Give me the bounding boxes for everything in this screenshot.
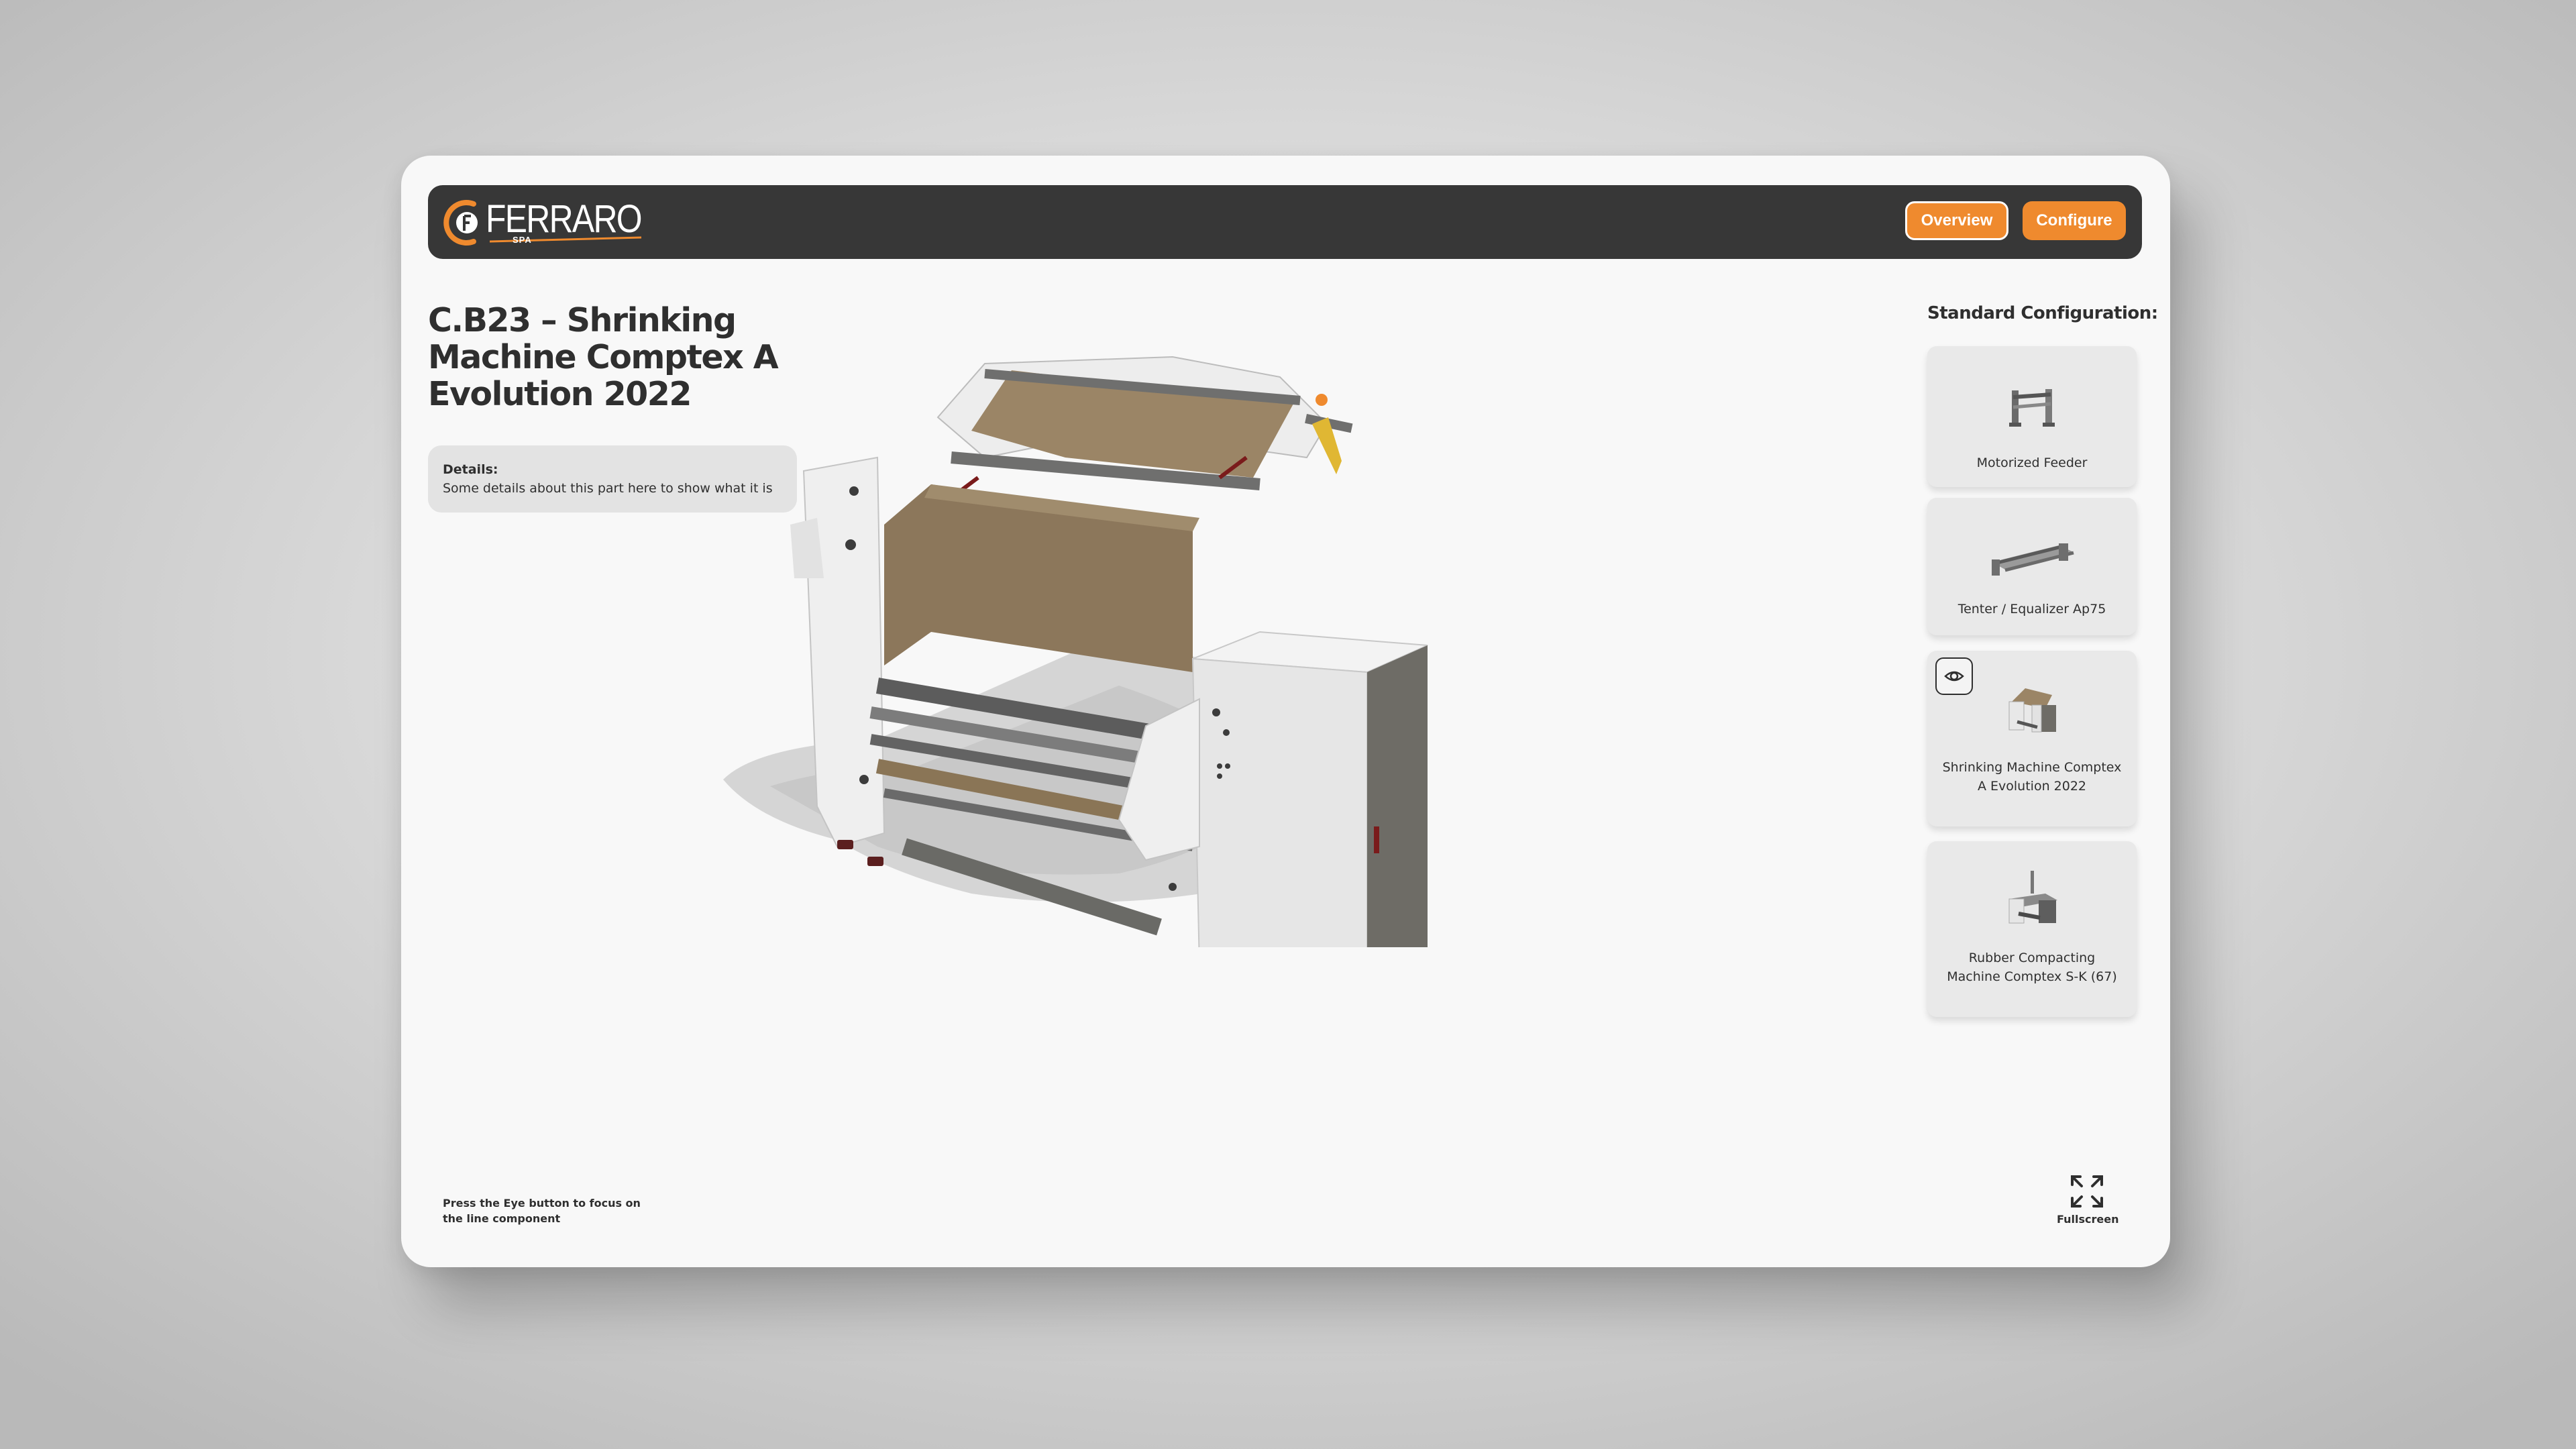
configurator-window: FERRARO SPA Overview Configure C.B23 – S… [401,156,2170,1267]
tenter-thumbnail-icon [1985,522,2079,589]
machine-3d-viewport[interactable] [636,256,1575,947]
config-card-shrinking-machine[interactable]: Shrinking Machine Comptex A Evolution 20… [1927,651,2137,826]
feeder-thumbnail-icon [1998,370,2065,437]
config-card-tenter[interactable]: Tenter / Equalizer Ap75 [1927,498,2137,635]
shrinking-machine-thumbnail-icon [1998,675,2065,742]
eye-hint-text: Press the Eye button to focus on the lin… [443,1197,641,1225]
ferraro-logo[interactable]: FERRARO SPA [443,196,644,250]
fullscreen-expand-icon [2071,1175,2103,1208]
fullscreen-label: Fullscreen [2057,1213,2119,1226]
overview-button[interactable]: Overview [1905,201,2008,240]
config-card-motorized-feeder[interactable]: Motorized Feeder [1927,346,2137,487]
configure-button[interactable]: Configure [2023,201,2126,240]
config-card-label: Tenter / Equalizer Ap75 [1957,602,2106,616]
config-heading: Standard Configuration: [1927,303,2158,323]
config-card-label: Shrinking Machine Comptex A Evolution 20… [1942,760,2122,794]
top-navbar: FERRARO SPA Overview Configure [428,185,2142,259]
logo-subtext: SPA [513,235,532,245]
config-card-label: Motorized Feeder [1976,455,2088,470]
eye-focus-button[interactable] [1935,657,1973,695]
shrinking-machine-model [723,356,1428,947]
compacting-machine-thumbnail-icon [1998,865,2065,932]
logo-text: FERRARO [486,197,643,241]
config-card-label: Rubber Compacting Machine Comptex S-K (6… [1947,951,2117,984]
config-card-rubber-compacting[interactable]: Rubber Compacting Machine Comptex S-K (6… [1927,841,2137,1017]
fullscreen-button[interactable]: Fullscreen [2057,1174,2119,1234]
eye-icon [1944,671,1964,682]
